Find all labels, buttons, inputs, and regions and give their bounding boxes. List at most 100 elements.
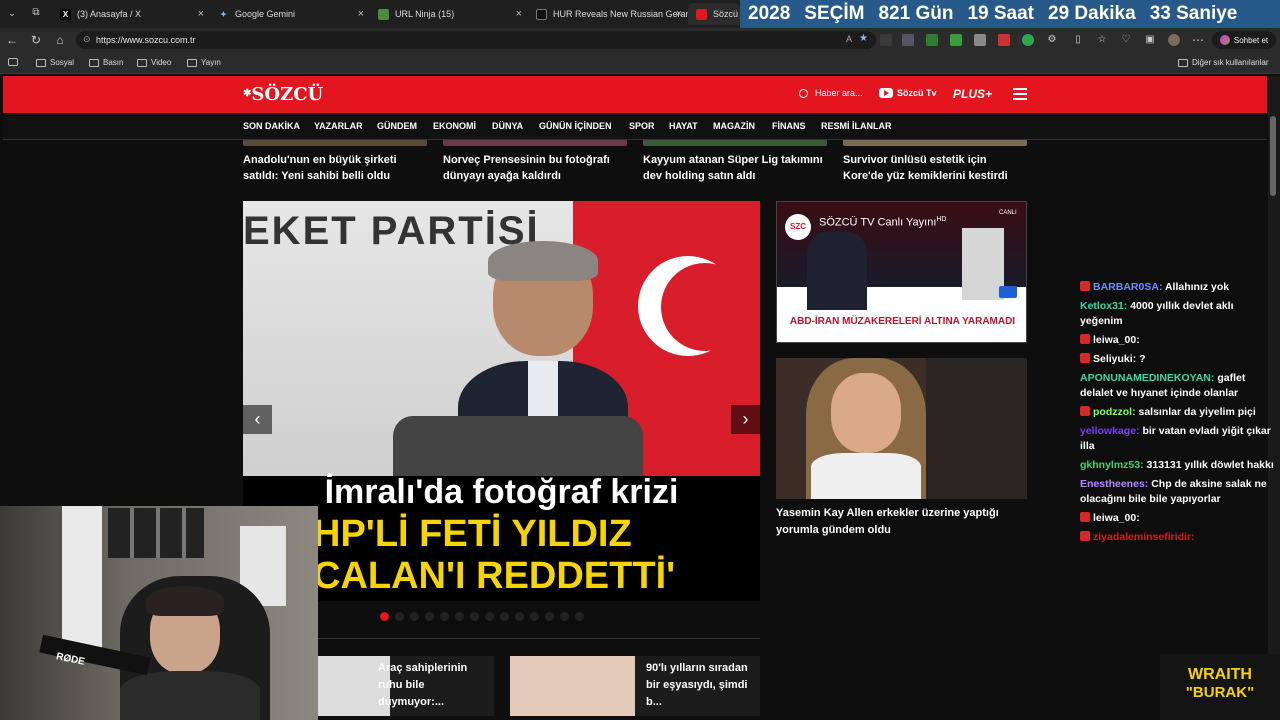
nav-son-dakika[interactable]: SON DAKİKA [243, 121, 300, 131]
nav-yazarlar[interactable]: YAZARLAR [314, 121, 363, 131]
slider-pagination [380, 612, 584, 621]
hero-subtitle-line1: HP'Lİ FETİ YILDIZ [313, 513, 632, 555]
plus-link[interactable]: PLUS+ [953, 87, 992, 101]
sozcu-logo[interactable]: ✱SÖZCÜ [243, 84, 323, 105]
headline-link[interactable]: Kayyum atanan Süper Lig takımını dev hol… [643, 152, 828, 184]
slider-dot[interactable] [560, 612, 569, 621]
collections-icon[interactable]: ▣ [1142, 32, 1158, 48]
more-options-icon[interactable]: ⋯ [1190, 32, 1206, 48]
slider-next-button[interactable]: › [731, 405, 760, 434]
bookmark-folder-basin[interactable]: Basın [89, 58, 123, 67]
hero-slider[interactable]: EKET PARTİSİ İmralı'da fotoğraf krizi HP… [243, 201, 760, 601]
chat-badge-icon [1080, 512, 1090, 522]
slider-dot[interactable] [455, 612, 464, 621]
bottom-story-card[interactable]: Araç sahiplerinin ruhu bile duymuyor:... [318, 656, 494, 716]
split-screen-icon[interactable]: ▯ [1070, 32, 1086, 48]
headline-image[interactable] [243, 140, 427, 146]
close-tab-icon[interactable]: × [358, 8, 364, 20]
browser-essentials-icon[interactable]: ♡ [1118, 32, 1134, 48]
slider-dot[interactable] [500, 612, 509, 621]
nav-hayat[interactable]: HAYAT [669, 121, 698, 131]
extension-icon[interactable] [1022, 34, 1034, 46]
headline-image[interactable] [843, 140, 1027, 146]
chat-text: 313131 yıllık döwlet hakkı [1146, 459, 1274, 471]
side-story-headline[interactable]: Yasemin Kay Allen erkekler üzerine yaptı… [776, 505, 1026, 539]
sozcu-tv-live-card[interactable]: SZC SÖZCÜ TV Canlı YayınıHD CANLI ABD-İR… [776, 201, 1027, 343]
stream-chat-overlay: BARBAR0SA: Allahınız yok Ketlox31: 4000 y… [1080, 280, 1276, 549]
bookmark-toggle-icon[interactable] [8, 58, 22, 66]
site-info-icon[interactable]: ⊙ [83, 34, 91, 45]
slider-dot[interactable] [545, 612, 554, 621]
slider-dot[interactable] [410, 612, 419, 621]
nav-ekonomi[interactable]: EKONOMİ [433, 121, 476, 131]
nav-gundem[interactable]: GÜNDEM [377, 121, 417, 131]
extension-icon[interactable] [950, 34, 962, 46]
webcam-overlay: RØDE [0, 506, 318, 720]
extension-icon[interactable] [974, 34, 986, 46]
tab-list-chevron-icon[interactable]: ⌄ [4, 5, 20, 21]
close-tab-icon[interactable]: × [198, 8, 204, 20]
bookmark-folder-yayin[interactable]: Yayın [187, 58, 221, 67]
headline-link[interactable]: Norveç Prensesinin bu fotoğrafı dünyayı … [443, 152, 628, 184]
site-search[interactable]: Haber ara... [799, 88, 863, 98]
tab-sozcu[interactable]: Sözcü Ga [688, 3, 740, 25]
extension-icon[interactable] [926, 34, 938, 46]
nav-resmi-ilanlar[interactable]: RESMİ İLANLAR [821, 121, 892, 131]
copilot-chat-button[interactable]: Sohbet et [1212, 31, 1276, 49]
nav-magazin[interactable]: MAGAZİN [713, 121, 755, 131]
back-icon[interactable]: ← [4, 32, 20, 48]
hero-title: İmralı'da fotoğraf krizi [324, 473, 679, 511]
slider-dot[interactable] [515, 612, 524, 621]
slider-dot[interactable] [530, 612, 539, 621]
nav-gunun-icinden[interactable]: GÜNÜN İÇİNDEN [539, 121, 612, 131]
nav-spor[interactable]: SPOR [629, 121, 655, 131]
nav-finans[interactable]: FİNANS [772, 121, 806, 131]
refresh-icon[interactable]: ↻ [28, 32, 44, 48]
slider-dot[interactable] [440, 612, 449, 621]
chat-message: BARBAR0SA: Allahınız yok [1080, 280, 1276, 295]
side-story-image[interactable] [776, 358, 1027, 499]
address-toolbar: ← ↻ ⌂ ⊙ https://www.sozcu.com.tr A ★ ⚙ ▯… [0, 28, 1280, 52]
tab-x[interactable]: X (3) Anasayfa / X × [52, 3, 210, 25]
tab-hur[interactable]: HUR Reveals New Russian Geran-... × [528, 3, 688, 25]
home-icon[interactable]: ⌂ [52, 32, 68, 48]
other-bookmarks-folder[interactable]: Diğer sık kullanılanlar [1178, 58, 1268, 67]
chat-badge-icon [1080, 281, 1090, 291]
extensions-puzzle-icon[interactable]: ⚙ [1044, 32, 1060, 48]
extension-icon[interactable] [902, 34, 914, 46]
close-tab-icon[interactable]: × [516, 8, 522, 20]
read-aloud-icon[interactable]: A [846, 34, 852, 44]
sozcu-tv-link[interactable]: Sözcü Tv [879, 88, 937, 98]
search-icon [799, 88, 808, 98]
nav-dunya[interactable]: DÜNYA [492, 121, 523, 131]
slider-dot[interactable] [380, 612, 389, 621]
slider-dot[interactable] [485, 612, 494, 621]
slider-prev-button[interactable]: ‹ [243, 405, 272, 434]
chat-username: yellowkage [1080, 425, 1137, 437]
profile-avatar[interactable] [1168, 34, 1180, 46]
tv-badge: SZC [785, 214, 811, 240]
news-icon [536, 8, 547, 20]
extension-icon[interactable] [880, 34, 892, 46]
slider-dot[interactable] [395, 612, 404, 621]
bookmark-folder-sosyal[interactable]: Sosyal [36, 58, 74, 67]
favorites-icon[interactable]: ☆ [1094, 32, 1110, 48]
bookmark-folder-video[interactable]: Video [137, 58, 171, 67]
scrollbar-thumb[interactable] [1270, 116, 1276, 196]
tab-url-ninja[interactable]: URL Ninja (15) × [370, 3, 528, 25]
headline-image[interactable] [643, 140, 827, 146]
hamburger-menu-icon[interactable] [1013, 88, 1027, 100]
bottom-story-card[interactable]: 90'lı yılların sıradan bir eşyasıydı, şi… [510, 656, 760, 716]
headline-link[interactable]: Survivor ünlüsü estetik için Kore'de yüz… [843, 152, 1028, 184]
slider-dot[interactable] [470, 612, 479, 621]
slider-dot[interactable] [575, 612, 584, 621]
url-input[interactable]: ⊙ https://www.sozcu.com.tr A ★ [76, 31, 876, 49]
slider-dot[interactable] [425, 612, 434, 621]
favorite-star-icon[interactable]: ★ [859, 33, 868, 44]
tab-gemini[interactable]: ✦ Google Gemini × [210, 3, 370, 25]
headline-image[interactable] [443, 140, 627, 146]
workspaces-icon[interactable]: ⧉ [28, 5, 44, 21]
headline-link[interactable]: Anadolu'nun en büyük şirketi satıldı: Ye… [243, 152, 428, 184]
extension-icon[interactable] [998, 34, 1010, 46]
close-tab-icon[interactable]: × [676, 8, 682, 20]
